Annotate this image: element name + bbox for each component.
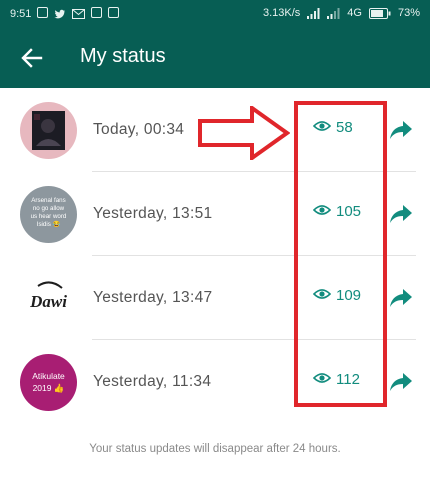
svg-text:Dawi: Dawi <box>29 292 67 311</box>
forward-icon[interactable] <box>389 119 413 141</box>
network-type: 4G <box>347 7 362 19</box>
footer-note: Your status updates will disappear after… <box>89 443 341 455</box>
forward-icon[interactable] <box>389 203 413 225</box>
app-bar: My status <box>0 28 430 88</box>
signal-icon <box>307 7 320 19</box>
notification-icon <box>37 7 49 21</box>
status-thumbnail-photo <box>20 102 77 159</box>
app-icon <box>91 7 103 21</box>
battery-icon <box>368 7 391 19</box>
status-time: Yesterday, 11:34 <box>93 373 212 390</box>
status-time: Yesterday, 13:51 <box>93 205 213 222</box>
svg-text:Atikulate: Atikulate <box>32 371 65 381</box>
status-time: Yesterday, 13:47 <box>93 289 213 306</box>
app-icon-2 <box>108 7 120 21</box>
forward-icon[interactable] <box>389 287 413 309</box>
system-status-bar: 9:51 3.13K/s 4G 73% <box>0 0 430 28</box>
svg-text:no go allow: no go allow <box>33 205 65 212</box>
status-thumbnail-logo: Dawi <box>20 270 77 327</box>
svg-text:Isidis 😂: Isidis 😂 <box>37 220 61 228</box>
battery-level: 73% <box>397 7 420 19</box>
annotation-highlight-box <box>294 101 387 407</box>
status-time: Today, 00:34 <box>93 121 185 138</box>
signal-icon-2 <box>327 7 340 19</box>
mail-icon <box>72 9 86 19</box>
twitter-icon <box>54 9 66 20</box>
svg-text:Arsenal fans: Arsenal fans <box>31 197 65 204</box>
arrow-left-icon[interactable] <box>18 44 46 72</box>
network-speed: 3.13K/s <box>262 7 301 19</box>
svg-text:2019 👍: 2019 👍 <box>33 383 65 393</box>
page-title: My status <box>80 45 166 67</box>
forward-icon[interactable] <box>389 371 413 393</box>
annotation-arrow-icon <box>198 104 291 165</box>
status-thumbnail-text: Arsenal fans no go allow us hear word Is… <box>20 186 77 243</box>
svg-text:us hear word: us hear word <box>31 213 67 220</box>
status-thumbnail-text: Atikulate 2019 👍 <box>20 354 77 411</box>
clock: 9:51 <box>10 8 32 20</box>
